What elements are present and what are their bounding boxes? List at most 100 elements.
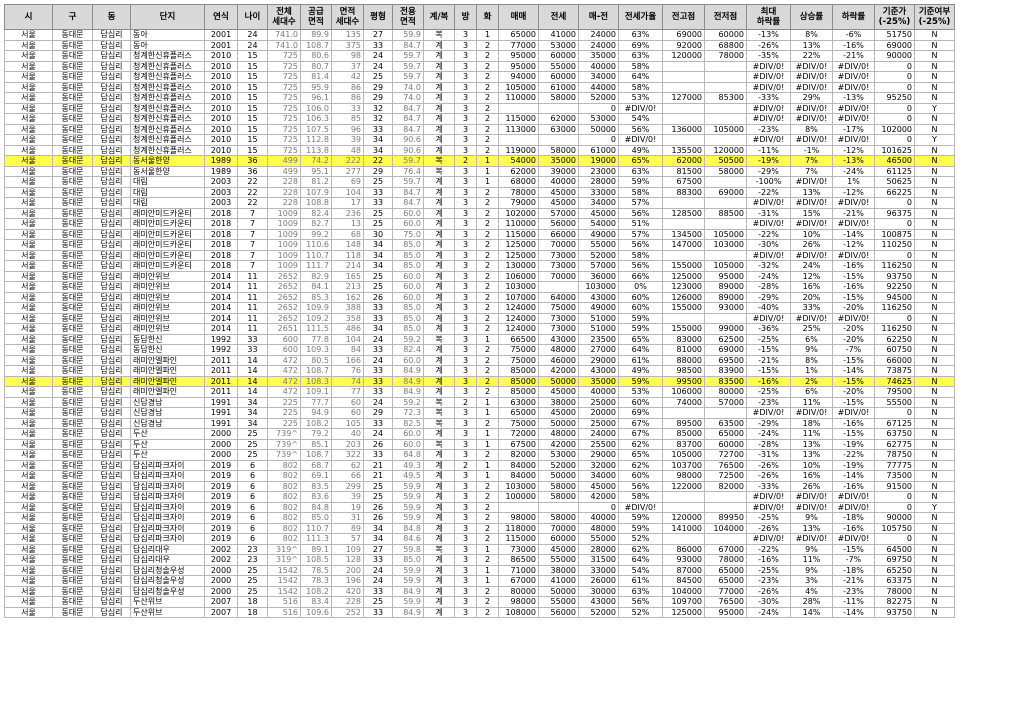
table-cell[interactable]: -29% (746, 417, 791, 429)
table-cell[interactable]: 동대문 (52, 585, 93, 597)
table-cell[interactable]: 동대문 (52, 386, 93, 398)
table-cell[interactable]: 51% (618, 218, 663, 230)
table-cell[interactable]: 78000 (704, 554, 747, 566)
table-cell[interactable]: 서울 (4, 554, 53, 566)
table-cell[interactable]: 계 (423, 459, 455, 471)
table-cell[interactable]: 14 (237, 365, 268, 377)
table-cell[interactable]: 34 (363, 522, 393, 534)
table-cell[interactable]: 동대문 (52, 270, 93, 282)
table-cell[interactable]: 67125 (874, 417, 915, 429)
column-header[interactable]: 동 (92, 4, 131, 30)
table-cell[interactable]: 103700 (662, 459, 705, 471)
table-cell[interactable]: -25% (746, 333, 791, 345)
table-cell[interactable]: #DIV/0! (790, 533, 833, 545)
table-cell[interactable]: 계 (423, 60, 455, 72)
table-cell[interactable]: 741.0 (267, 29, 301, 41)
table-cell[interactable]: 29 (363, 165, 393, 177)
table-cell[interactable]: -25% (746, 512, 791, 524)
table-cell[interactable]: 청계한신휴플러스 (130, 60, 205, 72)
table-cell[interactable]: 동아 (130, 39, 205, 51)
table-cell[interactable]: 66000 (538, 228, 579, 240)
table-cell[interactable]: 33 (237, 333, 268, 345)
table-cell[interactable]: 2018 (204, 207, 238, 219)
table-cell[interactable]: 동대문 (52, 375, 93, 387)
table-cell[interactable]: 111.5 (300, 323, 332, 335)
column-header[interactable]: 공급 면적 (300, 4, 332, 30)
table-cell[interactable]: 103000 (578, 281, 619, 293)
table-cell[interactable]: 127000 (662, 92, 705, 104)
table-cell[interactable]: 57000 (578, 260, 619, 272)
table-cell[interactable]: 25 (363, 218, 393, 230)
table-cell[interactable]: 11% (790, 428, 833, 440)
table-cell[interactable]: 2018 (204, 228, 238, 240)
table-cell[interactable]: N (914, 60, 955, 72)
table-cell[interactable]: 2 (476, 239, 499, 251)
table-cell[interactable]: 60.0 (392, 270, 424, 282)
table-cell[interactable]: 2000 (204, 428, 238, 440)
table-cell[interactable]: 2652 (267, 312, 301, 324)
table-cell[interactable]: 2007 (204, 596, 238, 608)
table-cell[interactable]: 답십리 (92, 344, 131, 356)
table-cell[interactable]: 30000 (578, 585, 619, 597)
table-cell[interactable]: 61% (618, 354, 663, 366)
table-cell[interactable]: -23% (746, 123, 791, 135)
table-cell[interactable]: 동대문 (52, 155, 93, 167)
table-cell[interactable]: 81000 (662, 344, 705, 356)
table-cell[interactable]: 8% (790, 123, 833, 135)
table-cell[interactable]: 3 (454, 92, 477, 104)
table-cell[interactable]: 85.0 (392, 260, 424, 272)
table-cell[interactable]: 59.7 (392, 71, 424, 83)
table-cell[interactable]: 375 (331, 39, 364, 51)
table-cell[interactable]: 60000 (704, 29, 747, 41)
table-cell[interactable]: 15 (237, 50, 268, 62)
table-cell[interactable]: 답십리 (92, 239, 131, 251)
table-cell[interactable]: #DIV/0! (746, 533, 791, 545)
table-cell[interactable]: 서울 (4, 386, 53, 398)
table-cell[interactable]: 동대문 (52, 522, 93, 534)
table-cell[interactable]: -31% (746, 207, 791, 219)
table-cell[interactable]: 계 (423, 606, 455, 618)
table-cell[interactable]: 11 (237, 281, 268, 293)
table-cell[interactable]: 99.2 (300, 228, 332, 240)
table-cell[interactable]: 73000 (538, 323, 579, 335)
table-cell[interactable]: 55000 (578, 239, 619, 251)
table-cell[interactable]: 84.7 (392, 39, 424, 51)
table-cell[interactable]: 68.7 (300, 459, 332, 471)
table-row[interactable]: 서울 동대문 답십리 대림 2003 22 228 107.9 104 33 84.7 계 3 2 7800… (4, 186, 955, 198)
table-cell[interactable]: 105000 (704, 260, 747, 272)
table-cell[interactable]: 2 (476, 144, 499, 156)
table-cell[interactable]: 동대문 (52, 249, 93, 261)
table-cell[interactable]: 20% (790, 291, 833, 303)
table-cell[interactable]: 60% (618, 470, 663, 482)
table-cell[interactable]: 3 (454, 491, 477, 503)
table-cell[interactable]: 1992 (204, 344, 238, 356)
table-cell[interactable]: 33 (363, 585, 393, 597)
table-cell[interactable]: -29% (746, 165, 791, 177)
table-cell[interactable]: N (914, 92, 955, 104)
table-cell[interactable]: N (914, 29, 955, 41)
table-cell[interactable]: 동대문 (52, 575, 93, 587)
table-cell[interactable]: 3 (454, 113, 477, 125)
table-cell[interactable]: 답십리 (92, 564, 131, 576)
table-cell[interactable]: 108.2 (300, 585, 332, 597)
table-cell[interactable]: 67500 (662, 176, 705, 188)
table-cell[interactable]: 94000 (498, 71, 539, 83)
table-cell[interactable]: 동대문 (52, 438, 93, 450)
table-cell[interactable]: 40000 (578, 386, 619, 398)
table-cell[interactable]: 답십리 (92, 428, 131, 440)
table-cell[interactable]: 답십리 (92, 218, 131, 230)
table-cell[interactable]: 89 (331, 522, 364, 534)
column-header[interactable]: 최대 하락률 (746, 4, 791, 30)
table-cell[interactable]: 2019 (204, 512, 238, 524)
table-cell[interactable]: 복 (423, 543, 455, 555)
table-cell[interactable]: 322 (331, 449, 364, 461)
table-cell[interactable]: N (914, 575, 955, 587)
table-cell[interactable]: 116250 (874, 260, 915, 272)
table-cell[interactable]: 57% (618, 197, 663, 209)
table-cell[interactable]: 답십리대우 (130, 554, 205, 566)
table-cell[interactable]: 16% (790, 281, 833, 293)
table-cell[interactable]: 53000 (538, 39, 579, 51)
table-cell[interactable]: 답십리 (92, 207, 131, 219)
table-cell[interactable]: 49% (618, 144, 663, 156)
table-cell[interactable]: 70000 (538, 239, 579, 251)
